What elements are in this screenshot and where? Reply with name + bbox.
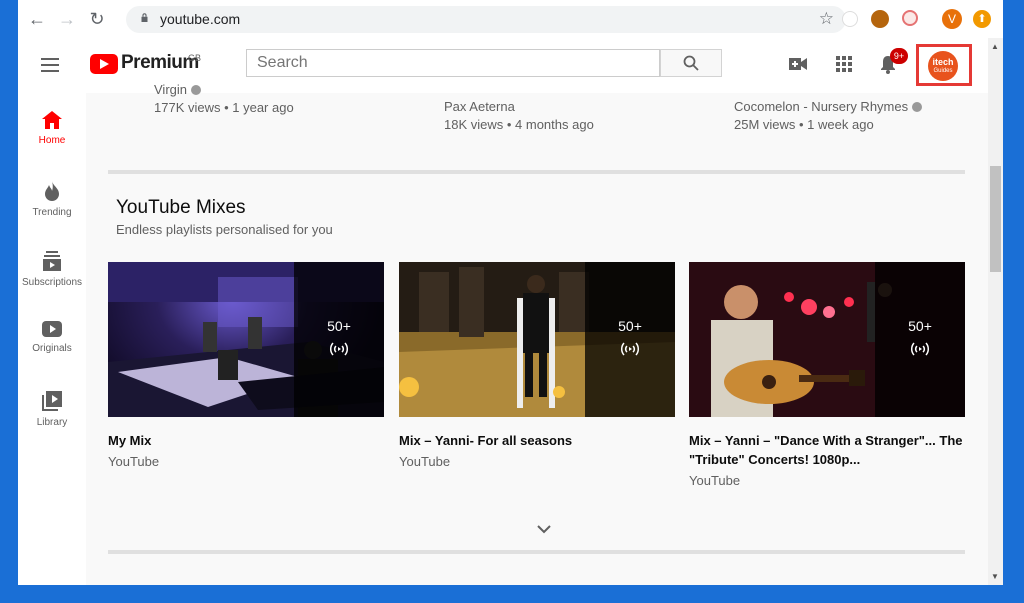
account-avatar[interactable]: itech Guides xyxy=(928,51,958,81)
create-video-icon[interactable] xyxy=(789,57,807,71)
apps-grid-icon[interactable] xyxy=(836,56,852,72)
browser-window: ← → ↻ youtube.com ☆ V ⬆ Premium GB Searc… xyxy=(18,0,1003,585)
mix-title[interactable]: Mix – Yanni – "Dance With a Stranger"...… xyxy=(689,431,965,469)
verified-badge-icon xyxy=(912,102,923,112)
originals-icon xyxy=(42,321,62,337)
search-icon xyxy=(683,55,699,71)
mix-channel[interactable]: YouTube xyxy=(399,454,675,469)
menu-icon[interactable] xyxy=(41,58,59,76)
mix-card[interactable]: 50+ Mix – Yanni- For all seasons YouTube xyxy=(399,262,675,469)
playlist-count: 50+ xyxy=(908,318,932,334)
channel-name[interactable]: Virgin xyxy=(154,82,187,97)
browser-toolbar: ← → ↻ youtube.com ☆ V ⬆ xyxy=(18,0,1003,39)
scroll-thumb[interactable] xyxy=(990,166,1001,272)
mix-radio-icon xyxy=(329,342,349,356)
library-icon xyxy=(42,391,62,411)
sidebar-item-originals[interactable]: Originals xyxy=(18,321,86,354)
shelf-subtitle: Endless playlists personalised for you xyxy=(116,222,333,237)
scroll-up-arrow-icon[interactable]: ▲ xyxy=(991,42,999,51)
subscriptions-icon xyxy=(43,251,61,271)
lock-icon xyxy=(141,13,148,22)
playlist-overlay: 50+ xyxy=(585,262,675,417)
mix-title[interactable]: My Mix xyxy=(108,431,384,450)
mix-title[interactable]: Mix – Yanni- For all seasons xyxy=(399,431,675,450)
mix-channel[interactable]: YouTube xyxy=(108,454,384,469)
playlist-count: 50+ xyxy=(327,318,351,334)
playlist-overlay: 50+ xyxy=(875,262,965,417)
forward-arrow-icon[interactable]: → xyxy=(56,8,78,30)
verified-badge-icon xyxy=(191,85,202,95)
extension-lastpass-icon[interactable] xyxy=(842,11,858,27)
search-input[interactable] xyxy=(246,49,660,77)
avatar-text-line1: itech xyxy=(932,57,954,67)
video-meta: Virgin 177K views • 1 year ago xyxy=(154,81,294,117)
chevron-down-icon[interactable] xyxy=(537,525,551,534)
browser-profile-avatar[interactable]: V xyxy=(942,9,962,29)
mix-channel[interactable]: YouTube xyxy=(689,473,965,488)
sidebar-item-label: Trending xyxy=(32,207,72,218)
section-divider xyxy=(108,170,965,174)
main-content: Virgin 177K views • 1 year ago Pax Aeter… xyxy=(86,82,988,585)
sidebar-item-library[interactable]: Library xyxy=(18,391,86,428)
channel-name[interactable]: Cocomelon - Nursery Rhymes xyxy=(734,99,908,114)
scroll-down-arrow-icon[interactable]: ▼ xyxy=(991,572,999,581)
views-age: 25M views • 1 week ago xyxy=(734,117,874,132)
sidebar-item-label: Subscriptions xyxy=(21,277,83,288)
views-age: 177K views • 1 year ago xyxy=(154,100,294,115)
section-divider xyxy=(108,550,965,554)
sidebar-item-label: Originals xyxy=(32,343,72,354)
youtube-logo-icon[interactable] xyxy=(90,54,118,74)
guide-sidebar: Home Trending Subscriptions Originals Li… xyxy=(18,93,86,585)
extension-grid-icon[interactable] xyxy=(871,10,889,28)
mix-radio-icon xyxy=(910,342,930,356)
playlist-count: 50+ xyxy=(618,318,642,334)
channel-name[interactable]: Pax Aeterna xyxy=(444,98,594,116)
region-label: GB xyxy=(188,53,202,63)
mix-thumbnail[interactable]: 50+ xyxy=(399,262,675,417)
page-scrollbar[interactable]: ▲ ▼ xyxy=(988,38,1003,585)
home-icon xyxy=(42,111,62,129)
reload-icon[interactable]: ↻ xyxy=(86,8,108,30)
views-age: 18K views • 4 months ago xyxy=(444,117,594,132)
sidebar-item-subscriptions[interactable]: Subscriptions xyxy=(18,251,86,288)
browser-update-icon[interactable]: ⬆ xyxy=(973,10,991,28)
extension-shield-icon[interactable] xyxy=(902,10,918,26)
mix-card[interactable]: 50+ My Mix YouTube xyxy=(108,262,384,469)
bookmark-star-icon[interactable]: ☆ xyxy=(819,9,834,29)
mix-thumbnail[interactable]: 50+ xyxy=(689,262,965,417)
video-meta: Cocomelon - Nursery Rhymes 25M views • 1… xyxy=(734,98,923,134)
url-text: youtube.com xyxy=(160,11,241,27)
shelf-title[interactable]: YouTube Mixes xyxy=(116,197,246,219)
sidebar-item-trending[interactable]: Trending xyxy=(18,181,86,218)
avatar-text-line2: Guides xyxy=(933,68,953,74)
sidebar-item-label: Library xyxy=(36,417,68,428)
notification-count-badge: 9+ xyxy=(890,48,908,64)
mix-radio-icon xyxy=(620,342,640,356)
sidebar-item-label: Home xyxy=(38,135,66,146)
back-arrow-icon[interactable]: ← xyxy=(26,8,48,30)
video-meta: Pax Aeterna 18K views • 4 months ago xyxy=(444,98,594,134)
flame-icon xyxy=(45,181,59,201)
playlist-overlay: 50+ xyxy=(294,262,384,417)
sidebar-item-home[interactable]: Home xyxy=(18,111,86,146)
mix-card[interactable]: 50+ Mix – Yanni – "Dance With a Stranger… xyxy=(689,262,965,488)
address-bar[interactable]: youtube.com ☆ xyxy=(126,6,846,33)
mix-thumbnail[interactable]: 50+ xyxy=(108,262,384,417)
search-button[interactable] xyxy=(660,49,722,77)
